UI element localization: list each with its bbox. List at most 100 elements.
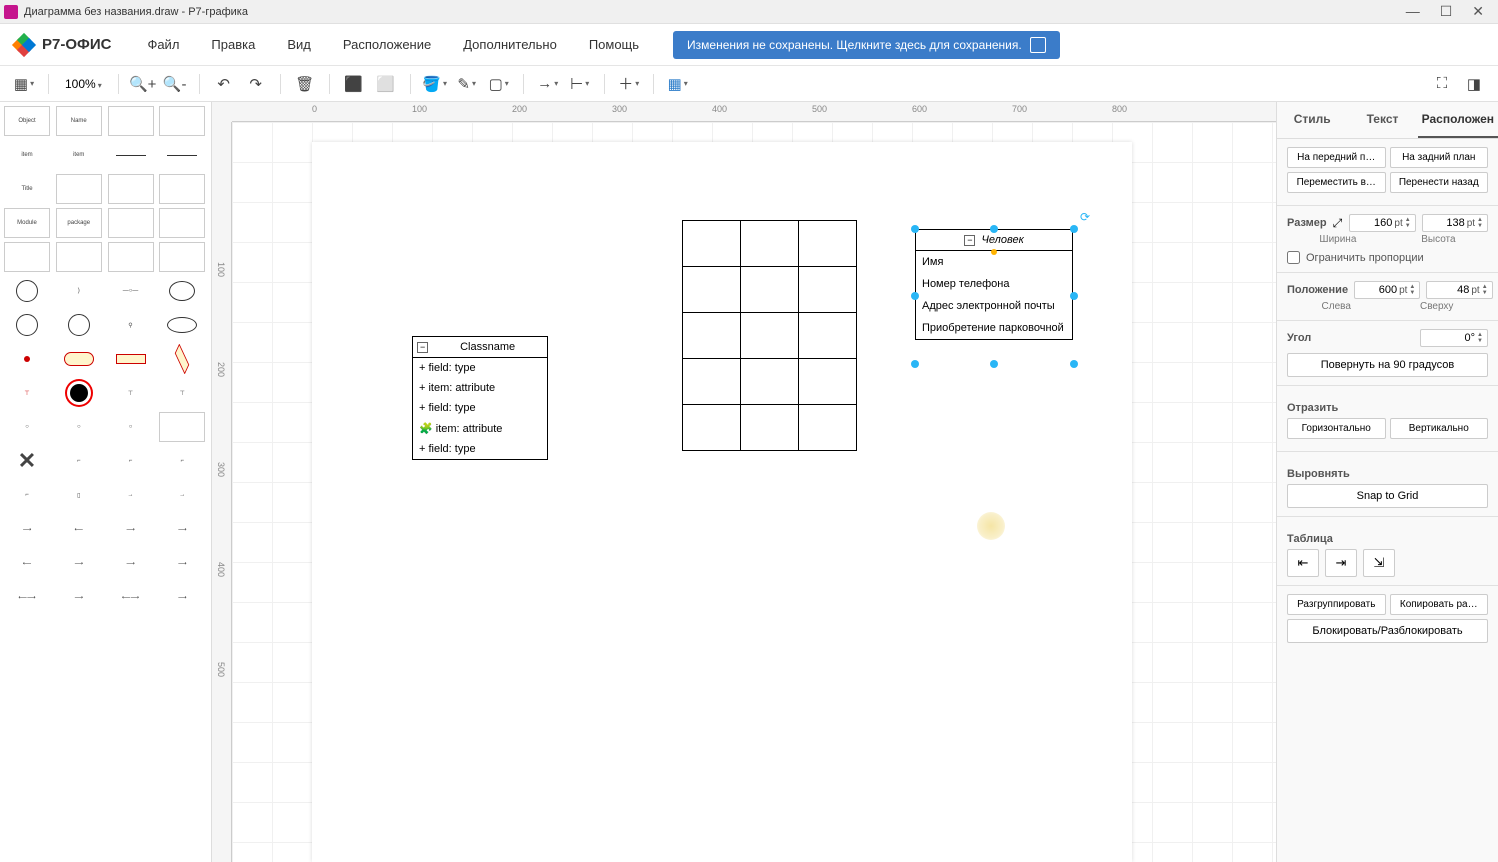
collapse-icon[interactable]: − — [964, 235, 975, 246]
shape-thumb[interactable]: item — [56, 140, 102, 170]
waypoint-button[interactable]: ⊢ — [566, 70, 594, 98]
table-delete-icon[interactable]: ⇲ — [1363, 549, 1395, 577]
zoom-select[interactable]: 100% — [59, 75, 108, 93]
shape-thumb[interactable]: ○ — [108, 412, 154, 442]
shape-thumb[interactable]: ⟶ — [4, 514, 50, 544]
menu-file[interactable]: Файл — [131, 29, 195, 60]
shape-thumb[interactable] — [108, 242, 154, 272]
width-input[interactable] — [1354, 217, 1392, 229]
shape-thumb[interactable]: ○ — [4, 412, 50, 442]
close-button[interactable]: ✕ — [1472, 3, 1484, 20]
constrain-checkbox[interactable] — [1287, 251, 1300, 264]
shape-thumb[interactable]: ⟶ — [159, 548, 205, 578]
shape-thumb[interactable]: ) — [56, 276, 102, 306]
shape-thumb[interactable] — [4, 310, 50, 340]
move-to-button[interactable]: Переместить в… — [1287, 172, 1386, 193]
shape-thumb[interactable]: ⚲ — [108, 310, 154, 340]
shape-thumb[interactable]: Object — [4, 106, 50, 136]
table-shape[interactable] — [682, 220, 857, 451]
tab-style[interactable]: Стиль — [1277, 102, 1347, 138]
menu-extras[interactable]: Дополнительно — [447, 29, 573, 60]
shape-thumb[interactable] — [159, 276, 205, 306]
shape-thumb[interactable] — [159, 140, 205, 170]
ungroup-button[interactable]: Разгруппировать — [1287, 594, 1386, 615]
shape-thumb[interactable] — [56, 174, 102, 204]
shape-thumb[interactable] — [108, 208, 154, 238]
selected-class-row[interactable]: Номер телефона — [916, 273, 1072, 295]
shape-thumb[interactable]: ⟵ — [4, 548, 50, 578]
zoom-out-button[interactable]: 🔍- — [161, 70, 189, 98]
to-back-button[interactable]: ⬜ — [372, 70, 400, 98]
shape-thumb[interactable]: ⟶ — [108, 514, 154, 544]
line-color-button[interactable]: ✎ — [453, 70, 481, 98]
shape-thumb[interactable] — [159, 412, 205, 442]
rotate-90-button[interactable]: Повернуть на 90 градусов — [1287, 353, 1488, 377]
menu-edit[interactable]: Правка — [195, 29, 271, 60]
shape-thumb[interactable] — [108, 106, 154, 136]
shape-thumb[interactable]: ⌐ — [108, 446, 154, 476]
shape-thumb[interactable]: ⌐ — [159, 446, 205, 476]
connector-button[interactable]: → — [534, 70, 562, 98]
resize-handle-w[interactable] — [911, 292, 919, 300]
shape-thumb[interactable]: → — [108, 480, 154, 510]
shape-thumb[interactable]: ⊤ — [108, 378, 154, 408]
resize-handle-n[interactable] — [990, 225, 998, 233]
shape-thumb[interactable] — [108, 344, 154, 374]
shapes-sidebar[interactable]: Object Name item item Title Module packa… — [0, 102, 212, 862]
table-insert-right-icon[interactable]: ⇥ — [1325, 549, 1357, 577]
menu-arrange[interactable]: Расположение — [327, 29, 447, 60]
shape-thumb[interactable]: ⟶ — [108, 548, 154, 578]
save-notification[interactable]: Изменения не сохранены. Щелкните здесь д… — [673, 31, 1060, 59]
selected-uml-class[interactable]: − Человек Имя Номер телефона Адрес элект… — [915, 229, 1073, 340]
uml-class-row[interactable]: + field: type — [413, 439, 547, 459]
shape-thumb[interactable]: ⊤ — [4, 378, 50, 408]
shape-thumb[interactable]: ⟵ — [56, 514, 102, 544]
shape-thumb[interactable]: ⟵⟶ — [4, 582, 50, 612]
resize-handle-se[interactable] — [1070, 360, 1078, 368]
snap-grid-button[interactable]: Snap to Grid — [1287, 484, 1488, 508]
shape-thumb[interactable]: package — [56, 208, 102, 238]
flip-vertical-button[interactable]: Вертикально — [1390, 418, 1489, 439]
redo-button[interactable]: ↷ — [242, 70, 270, 98]
send-back-button[interactable]: На задний план — [1390, 147, 1489, 168]
shape-thumb[interactable]: ⟵⟶ — [108, 582, 154, 612]
uml-class-row[interactable]: + field: type — [413, 398, 547, 418]
selected-class-header[interactable]: − Человек — [916, 230, 1072, 251]
shape-thumb[interactable] — [108, 140, 154, 170]
shape-thumb[interactable]: ⟶ — [56, 582, 102, 612]
shape-thumb[interactable] — [4, 344, 50, 374]
autosize-icon[interactable]: ⤢ — [1333, 216, 1343, 231]
minimize-button[interactable]: — — [1406, 3, 1420, 20]
shape-thumb[interactable]: item — [4, 140, 50, 170]
maximize-button[interactable]: ☐ — [1440, 3, 1453, 20]
uml-class-header[interactable]: − Classname — [413, 337, 547, 358]
selected-class-row[interactable]: Адрес электронной почты — [916, 295, 1072, 317]
menu-view[interactable]: Вид — [271, 29, 327, 60]
connector-point[interactable] — [991, 249, 997, 255]
shape-thumb[interactable] — [159, 208, 205, 238]
angle-spinner[interactable]: ▲▼ — [1477, 332, 1483, 344]
shape-thumb[interactable]: ⟶ — [56, 548, 102, 578]
selected-class-row[interactable]: Приобретение парковочной — [916, 317, 1072, 339]
rotate-handle[interactable]: ⟳ — [1080, 210, 1094, 224]
shape-thumb[interactable] — [159, 344, 205, 374]
shape-thumb[interactable] — [56, 344, 102, 374]
shape-thumb[interactable]: —○— — [108, 276, 154, 306]
add-button[interactable]: ＋ — [615, 70, 643, 98]
shape-thumb[interactable] — [159, 106, 205, 136]
height-input[interactable] — [1427, 217, 1465, 229]
undo-button[interactable]: ↶ — [210, 70, 238, 98]
tab-arrange[interactable]: Расположен — [1418, 102, 1498, 138]
format-panel-button[interactable]: ◨ — [1460, 70, 1488, 98]
shape-thumb[interactable]: ⊤ — [159, 378, 205, 408]
shape-thumb[interactable] — [56, 310, 102, 340]
uml-class-row[interactable]: 🧩 item: attribute — [413, 418, 547, 439]
shape-thumb[interactable] — [56, 242, 102, 272]
delete-button[interactable]: 🗑 — [291, 70, 319, 98]
shape-thumb[interactable]: ⟶ — [159, 514, 205, 544]
width-spinner[interactable]: ▲▼ — [1405, 217, 1411, 229]
shape-thumb[interactable]: ○ — [56, 412, 102, 442]
bring-front-button[interactable]: На передний п… — [1287, 147, 1386, 168]
view-mode-button[interactable]: ▦ — [10, 70, 38, 98]
uml-class-row[interactable]: + field: type — [413, 358, 547, 378]
